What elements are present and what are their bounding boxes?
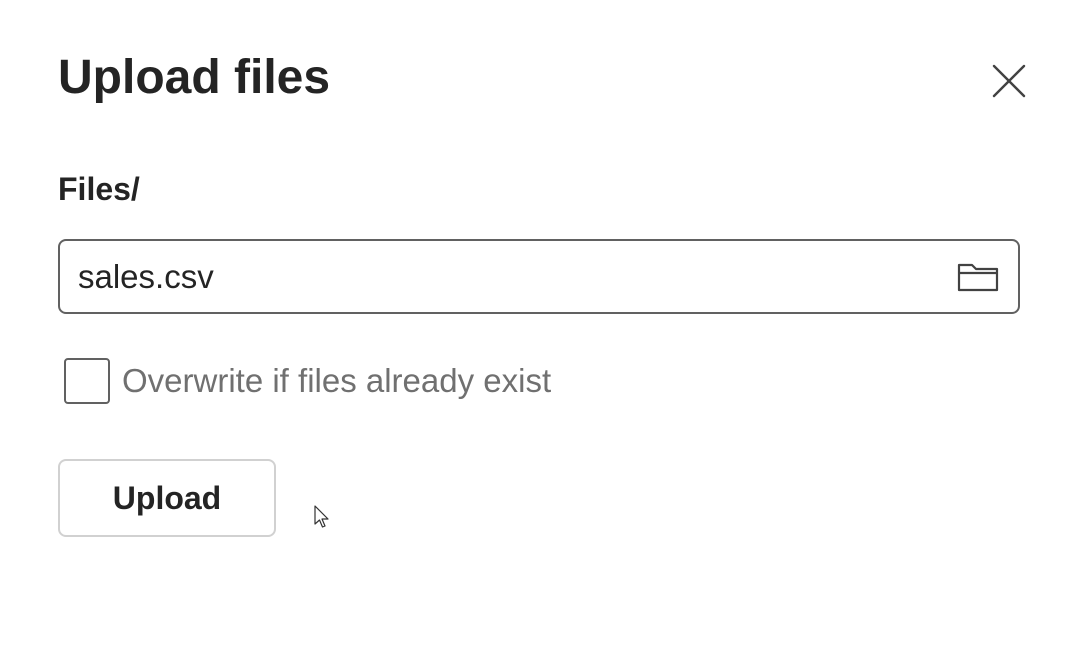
- files-path-label: Files/: [58, 171, 140, 207]
- overwrite-option: Overwrite if files already exist: [64, 356, 551, 406]
- close-icon: [992, 64, 1026, 98]
- file-input-container: [58, 239, 1020, 314]
- overwrite-checkbox[interactable]: [64, 358, 110, 404]
- folder-icon: [957, 263, 999, 292]
- overwrite-checkbox-label: Overwrite if files already exist: [122, 362, 552, 399]
- browse-button[interactable]: [956, 257, 1000, 297]
- close-button[interactable]: [986, 58, 1032, 104]
- dialog-title: Upload files: [58, 51, 331, 104]
- upload-button[interactable]: Upload: [58, 459, 276, 537]
- upload-files-dialog: Upload files Files/ Overwrite if files a…: [0, 0, 1075, 656]
- mouse-pointer-icon: [314, 505, 329, 528]
- file-name-input[interactable]: [78, 241, 938, 312]
